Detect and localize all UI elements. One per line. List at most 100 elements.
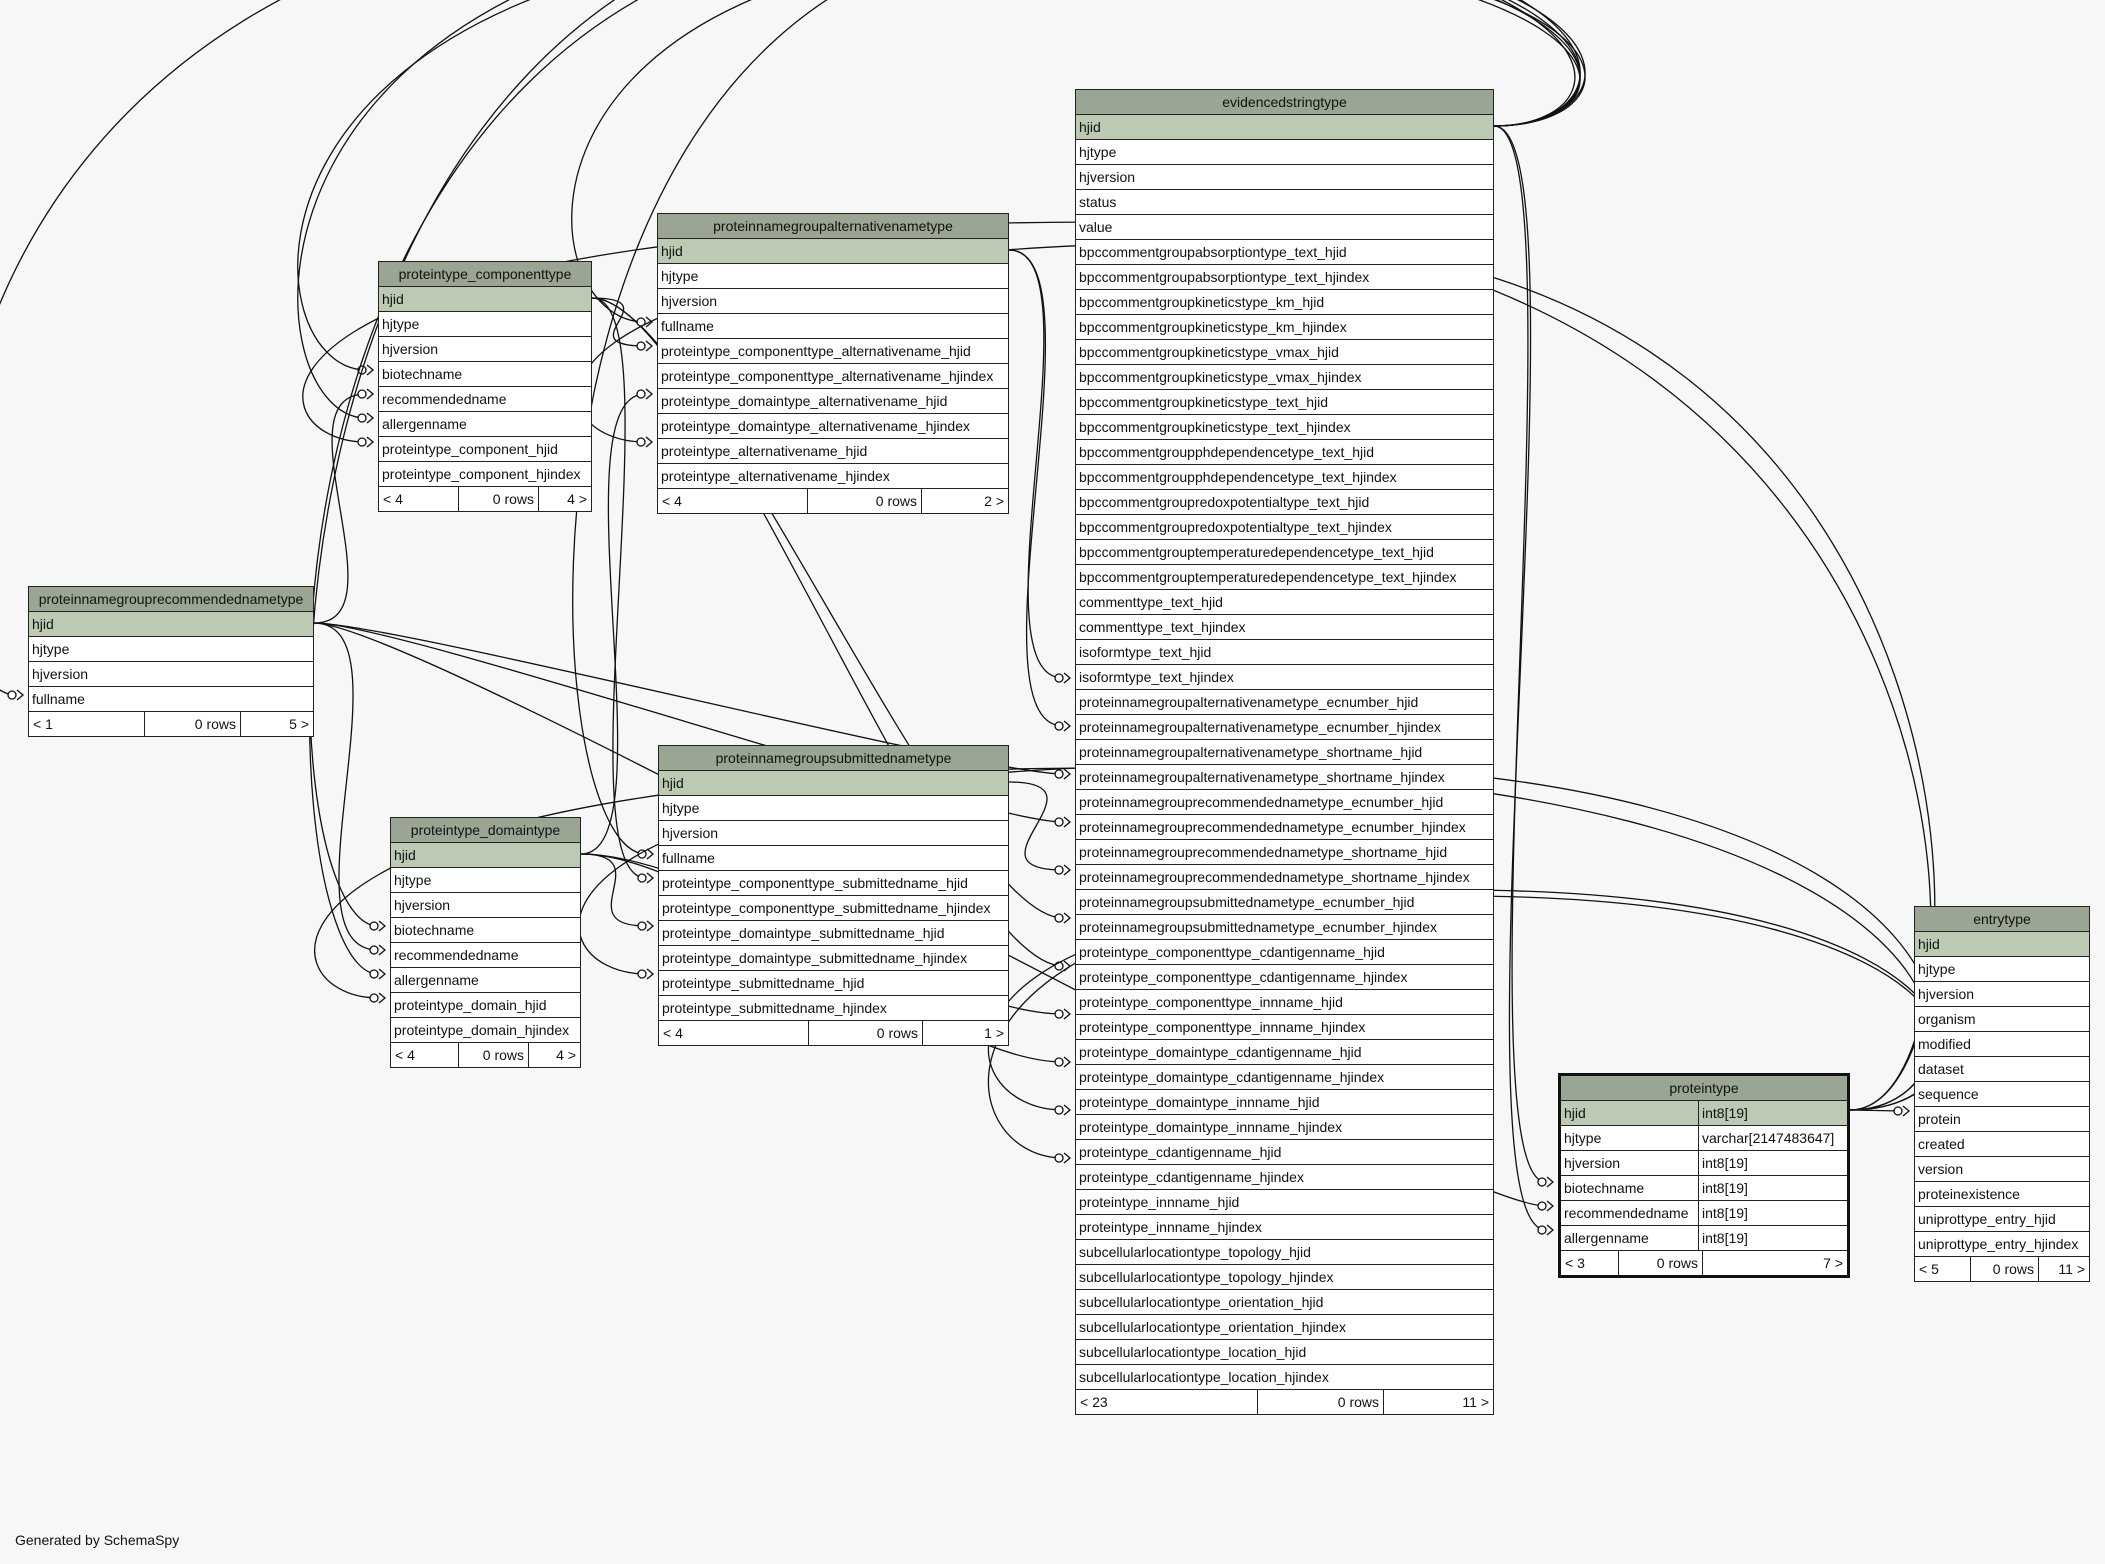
parent-count[interactable]: < 5 [1915, 1257, 1971, 1281]
column-row[interactable]: bpccommentgroupkineticstype_vmax_hjid [1076, 340, 1493, 365]
column-row[interactable]: proteintype_alternativename_hjid [658, 439, 1008, 464]
column-row[interactable]: hjtype varchar[2147483647] [1561, 1126, 1847, 1151]
column-row[interactable]: allergenname [391, 968, 580, 993]
column-row[interactable]: fullname [658, 314, 1008, 339]
table-title[interactable]: entrytype [1915, 907, 2089, 932]
column-row[interactable]: proteintype_component_hjid [379, 437, 591, 462]
column-row[interactable]: hjversion [658, 289, 1008, 314]
table-proteintype[interactable]: proteintype hjid int8[19] hjtype varchar[214… [1558, 1073, 1850, 1278]
column-row[interactable]: sequence [1915, 1082, 2089, 1107]
column-row[interactable]: uniprottype_entry_hjindex [1915, 1232, 2089, 1257]
column-row[interactable]: hjversion [1915, 982, 2089, 1007]
column-row[interactable]: proteinnamegroupalternativenametype_shor… [1076, 740, 1493, 765]
column-row[interactable]: proteinnamegrouprecommendednametype_shor… [1076, 840, 1493, 865]
column-row[interactable]: proteintype_domaintype_submittedname_hji… [659, 921, 1008, 946]
child-count[interactable]: 11 > [1384, 1390, 1493, 1414]
table-proteintype-domaintype[interactable]: proteintype_domaintype hjid hjtype hjversio… [390, 817, 581, 1068]
column-row[interactable]: proteintype_componenttype_cdantigenname_… [1076, 940, 1493, 965]
parent-count[interactable]: < 4 [379, 487, 459, 511]
column-row[interactable]: hjversion [379, 337, 591, 362]
column-row[interactable]: proteintype_domaintype_alternativename_h… [658, 389, 1008, 414]
column-row[interactable]: proteinnamegrouprecommendednametype_shor… [1076, 865, 1493, 890]
column-row[interactable]: proteintype_submittedname_hjindex [659, 996, 1008, 1021]
column-row[interactable]: proteintype_submittedname_hjid [659, 971, 1008, 996]
column-row[interactable]: proteinnamegroupsubmittednametype_ecnumb… [1076, 890, 1493, 915]
column-row[interactable]: bpccommentgroupkineticstype_km_hjindex [1076, 315, 1493, 340]
column-row[interactable]: hjtype [379, 312, 591, 337]
column-row[interactable]: hjversion [391, 893, 580, 918]
column-row[interactable]: hjversion [1076, 165, 1493, 190]
table-title[interactable]: proteintype [1561, 1076, 1847, 1101]
table-title[interactable]: proteinnamegroupsubmittednametype [659, 746, 1008, 771]
column-row[interactable]: recommendedname int8[19] [1561, 1201, 1847, 1226]
column-row[interactable]: proteintype_cdantigenname_hjindex [1076, 1165, 1493, 1190]
column-row[interactable]: hjversion int8[19] [1561, 1151, 1847, 1176]
table-title[interactable]: proteintype_domaintype [391, 818, 580, 843]
column-row[interactable]: bpccommentgroupabsorptiontype_text_hjind… [1076, 265, 1493, 290]
column-row[interactable]: bpccommentgrouptemperaturedependencetype… [1076, 540, 1493, 565]
column-row[interactable]: proteintype_domaintype_innname_hjindex [1076, 1115, 1493, 1140]
column-row[interactable]: proteinexistence [1915, 1182, 2089, 1207]
column-row[interactable]: proteintype_componenttype_alternativenam… [658, 339, 1008, 364]
column-row[interactable]: hjtype [1915, 957, 2089, 982]
column-row[interactable]: created [1915, 1132, 2089, 1157]
primary-key-row[interactable]: hjid [29, 612, 313, 637]
child-count[interactable]: 11 > [2039, 1257, 2089, 1281]
column-row[interactable]: proteintype_domain_hjindex [391, 1018, 580, 1043]
column-row[interactable]: allergenname int8[19] [1561, 1226, 1847, 1251]
column-row[interactable]: proteinnamegroupalternativenametype_ecnu… [1076, 690, 1493, 715]
parent-count[interactable]: < 4 [658, 489, 808, 513]
column-row[interactable]: subcellularlocationtype_location_hjindex [1076, 1365, 1493, 1390]
column-row[interactable]: bpccommentgroupredoxpotentialtype_text_h… [1076, 515, 1493, 540]
primary-key-row[interactable]: hjid [658, 239, 1008, 264]
table-entrytype[interactable]: entrytype hjid hjtype hjversion organism modi… [1914, 906, 2090, 1282]
column-row[interactable]: proteintype_domaintype_submittedname_hji… [659, 946, 1008, 971]
column-row[interactable]: subcellularlocationtype_orientation_hjin… [1076, 1315, 1493, 1340]
column-row[interactable]: fullname [29, 687, 313, 712]
column-row[interactable]: proteintype_componenttype_alternativenam… [658, 364, 1008, 389]
column-row[interactable]: biotechname [391, 918, 580, 943]
column-row[interactable]: hjtype [29, 637, 313, 662]
column-row[interactable]: proteintype_componenttype_cdantigenname_… [1076, 965, 1493, 990]
column-row[interactable]: hjtype [659, 796, 1008, 821]
column-row[interactable]: bpccommentgroupredoxpotentialtype_text_h… [1076, 490, 1493, 515]
column-row[interactable]: recommendedname [379, 387, 591, 412]
column-row[interactable]: modified [1915, 1032, 2089, 1057]
column-row[interactable]: proteintype_componenttype_submittedname_… [659, 896, 1008, 921]
table-title[interactable]: proteintype_componenttype [379, 262, 591, 287]
column-row[interactable]: protein [1915, 1107, 2089, 1132]
column-row[interactable]: bpccommentgroupkineticstype_text_hjindex [1076, 415, 1493, 440]
column-row[interactable]: bpccommentgroupkineticstype_text_hjid [1076, 390, 1493, 415]
column-row[interactable]: commenttype_text_hjindex [1076, 615, 1493, 640]
parent-count[interactable]: < 3 [1561, 1251, 1619, 1275]
column-row[interactable]: hjtype [391, 868, 580, 893]
column-row[interactable]: bpccommentgroupabsorptiontype_text_hjid [1076, 240, 1493, 265]
column-row[interactable]: subcellularlocationtype_topology_hjindex [1076, 1265, 1493, 1290]
column-row[interactable]: hjtype [1076, 140, 1493, 165]
column-row[interactable]: proteinnamegrouprecommendednametype_ecnu… [1076, 790, 1493, 815]
column-row[interactable]: version [1915, 1157, 2089, 1182]
table-proteinnamegrouprecommendednametype[interactable]: proteinnamegrouprecommendednametype hjid h… [28, 586, 314, 737]
primary-key-row[interactable]: hjid [659, 771, 1008, 796]
column-row[interactable]: bpccommentgrouptemperaturedependencetype… [1076, 565, 1493, 590]
column-row[interactable]: bpccommentgroupphdependencetype_text_hji… [1076, 465, 1493, 490]
table-title[interactable]: proteinnamegroupalternativenametype [658, 214, 1008, 239]
table-evidencedstringtype[interactable]: evidencedstringtype hjid hjtype hjversion st… [1075, 89, 1494, 1415]
column-row[interactable]: uniprottype_entry_hjid [1915, 1207, 2089, 1232]
table-title[interactable]: evidencedstringtype [1076, 90, 1493, 115]
column-row[interactable]: proteintype_domaintype_innname_hjid [1076, 1090, 1493, 1115]
column-row[interactable]: bpccommentgroupphdependencetype_text_hji… [1076, 440, 1493, 465]
column-row[interactable]: proteintype_domaintype_alternativename_h… [658, 414, 1008, 439]
column-row[interactable]: isoformtype_text_hjid [1076, 640, 1493, 665]
primary-key-row[interactable]: hjid [1076, 115, 1493, 140]
column-row[interactable]: proteintype_cdantigenname_hjid [1076, 1140, 1493, 1165]
column-row[interactable]: proteinnamegroupalternativenametype_shor… [1076, 765, 1493, 790]
table-proteinnamegroupalternativenametype[interactable]: proteinnamegroupalternativenametype hjid h… [657, 213, 1009, 514]
column-row[interactable]: recommendedname [391, 943, 580, 968]
column-row[interactable]: allergenname [379, 412, 591, 437]
column-row[interactable]: proteinnamegrouprecommendednametype_ecnu… [1076, 815, 1493, 840]
column-row[interactable]: subcellularlocationtype_location_hjid [1076, 1340, 1493, 1365]
primary-key-row[interactable]: hjid [1915, 932, 2089, 957]
parent-count[interactable]: < 23 [1076, 1390, 1258, 1414]
column-row[interactable]: proteintype_innname_hjindex [1076, 1215, 1493, 1240]
